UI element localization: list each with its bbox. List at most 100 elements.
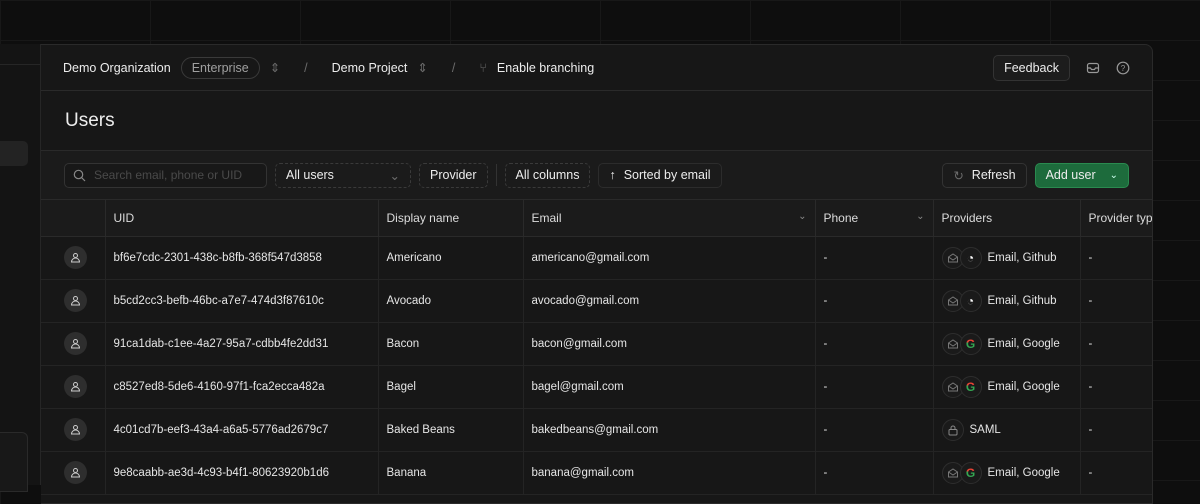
phone-cell: -: [815, 408, 934, 452]
sort-button[interactable]: ↑ Sorted by email: [598, 162, 722, 188]
avatar-cell: [41, 236, 106, 280]
page-title: Users: [41, 91, 1152, 151]
uid-cell: b5cd2cc3-befb-46bc-a7e7-474d3f87610c: [105, 279, 379, 323]
uid-cell: 91ca1dab-c1ee-4a27-95a7-cdbb4fe2dd31: [105, 322, 379, 366]
provider-type-cell: -: [1080, 365, 1152, 409]
user-filter-value: All users: [286, 168, 334, 182]
chevron-down-icon[interactable]: ⌄: [916, 211, 924, 222]
user-avatar-icon: [64, 375, 87, 398]
provider-filter-button[interactable]: Provider: [419, 162, 488, 188]
add-user-button[interactable]: Add user ⌄: [1034, 162, 1129, 188]
provider-type-cell: -: [1080, 451, 1152, 495]
svg-text:?: ?: [1121, 64, 1126, 73]
users-table: UID Display name Email ⌄ Phone ⌄ Providers…: [41, 200, 1152, 495]
phone-cell: -: [815, 451, 934, 495]
sidebar-card: [0, 432, 28, 492]
breadcrumb-separator: /: [451, 60, 456, 75]
inbox-icon[interactable]: [1086, 61, 1100, 75]
table-row[interactable]: 9e8caabb-ae3d-4c93-b4f1-80623920b1d6 Ban…: [41, 451, 1152, 495]
phone-cell: -: [815, 365, 934, 409]
provider-type-cell: -: [1080, 236, 1152, 280]
divider: [495, 164, 497, 186]
providers-label: Email, Google: [987, 466, 1060, 479]
user-avatar-icon: [64, 289, 87, 312]
toolbar: All users ⌄ Provider All columns ↑ Sorte…: [41, 151, 1152, 200]
sort-label: Sorted by email: [623, 168, 711, 182]
uid-cell: 9e8caabb-ae3d-4c93-b4f1-80623920b1d6: [105, 451, 379, 495]
plan-badge: Enterprise: [180, 56, 260, 79]
refresh-button[interactable]: ↻ Refresh: [942, 162, 1027, 188]
enable-branching-link[interactable]: Enable branching: [497, 61, 594, 75]
phone-cell: -: [815, 279, 934, 323]
column-header[interactable]: Display name: [378, 200, 524, 237]
select-column: [41, 200, 106, 237]
display-name-cell: Americano: [378, 236, 524, 280]
column-label: Phone: [823, 210, 859, 225]
column-header[interactable]: Providers: [933, 200, 1081, 237]
org-switcher[interactable]: Demo Organization: [63, 61, 171, 75]
refresh-label: Refresh: [971, 168, 1016, 182]
email-cell: avocado@gmail.com: [523, 279, 816, 323]
avatar-cell: [41, 279, 106, 323]
providers-label: Email, Github: [987, 251, 1057, 264]
column-header[interactable]: Email ⌄: [523, 200, 816, 237]
org-chevron-icon[interactable]: ⇕: [270, 60, 280, 75]
providers-cell: G Email, Google: [933, 322, 1081, 366]
providers-cell: SAML: [933, 408, 1081, 452]
uid-cell: bf6e7cdc-2301-438c-b8fb-368f547d3858: [105, 236, 379, 280]
google-icon: G: [959, 332, 982, 355]
help-icon[interactable]: ?: [1116, 61, 1130, 75]
columns-button[interactable]: All columns: [504, 162, 591, 188]
chevron-down-icon[interactable]: ⌄: [798, 211, 806, 222]
column-header[interactable]: UID: [105, 200, 379, 237]
providers-label: Email, Google: [987, 337, 1060, 350]
column-header[interactable]: Provider typ: [1080, 200, 1152, 237]
table-row[interactable]: b5cd2cc3-befb-46bc-a7e7-474d3f87610c Avo…: [41, 279, 1152, 323]
user-avatar-icon: [64, 332, 87, 355]
user-avatar-icon: [64, 418, 87, 441]
sidebar-item-active[interactable]: [0, 141, 28, 166]
email-cell: bakedbeans@gmail.com: [523, 408, 816, 452]
avatar-cell: [41, 322, 106, 366]
refresh-icon: ↻: [953, 168, 964, 183]
email-cell: banana@gmail.com: [523, 451, 816, 495]
provider-type-cell: -: [1080, 408, 1152, 452]
table-row[interactable]: c8527ed8-5de6-4160-97f1-fca2ecca482a Bag…: [41, 365, 1152, 409]
phone-cell: -: [815, 322, 934, 366]
add-user-label: Add user: [1045, 168, 1096, 182]
email-cell: bacon@gmail.com: [523, 322, 816, 366]
feedback-button[interactable]: Feedback: [993, 54, 1070, 81]
user-avatar-icon: [64, 246, 87, 269]
table-row[interactable]: bf6e7cdc-2301-438c-b8fb-368f547d3858 Ame…: [41, 236, 1152, 280]
project-chevron-icon[interactable]: ⇕: [417, 60, 427, 75]
table-row[interactable]: 4c01cd7b-eef3-43a4-a6a5-5776ad2679c7 Bak…: [41, 408, 1152, 452]
avatar-cell: [41, 365, 106, 409]
lock-icon: [941, 418, 964, 441]
user-filter-select[interactable]: All users ⌄: [275, 162, 411, 188]
column-header[interactable]: Phone ⌄: [815, 200, 934, 237]
divider: [0, 64, 41, 65]
search-icon: [73, 169, 86, 181]
uid-cell: c8527ed8-5de6-4160-97f1-fca2ecca482a: [105, 365, 379, 409]
providers-label: SAML: [969, 423, 1001, 436]
provider-type-cell: -: [1080, 322, 1152, 366]
top-bar: Demo Organization Enterprise ⇕ / Demo Pr…: [41, 45, 1152, 91]
uid-cell: 4c01cd7b-eef3-43a4-a6a5-5776ad2679c7: [105, 408, 379, 452]
display-name-cell: Bacon: [378, 322, 524, 366]
main-panel: Demo Organization Enterprise ⇕ / Demo Pr…: [41, 44, 1153, 504]
display-name-cell: Baked Beans: [378, 408, 524, 452]
providers-label: Email, Google: [987, 380, 1060, 393]
search-field[interactable]: [64, 162, 267, 188]
display-name-cell: Banana: [378, 451, 524, 495]
chevron-down-icon: ⌄: [389, 168, 400, 183]
providers-cell: G Email, Google: [933, 365, 1081, 409]
project-switcher[interactable]: Demo Project: [332, 61, 408, 75]
phone-cell: -: [815, 236, 934, 280]
column-label: Email: [531, 210, 562, 225]
table-row[interactable]: 91ca1dab-c1ee-4a27-95a7-cdbb4fe2dd31 Bac…: [41, 322, 1152, 366]
google-icon: G: [959, 375, 982, 398]
github-icon: ◔: [959, 289, 982, 312]
arrow-up-icon: ↑: [609, 168, 616, 182]
user-avatar-icon: [64, 461, 87, 484]
search-input[interactable]: [94, 168, 254, 182]
